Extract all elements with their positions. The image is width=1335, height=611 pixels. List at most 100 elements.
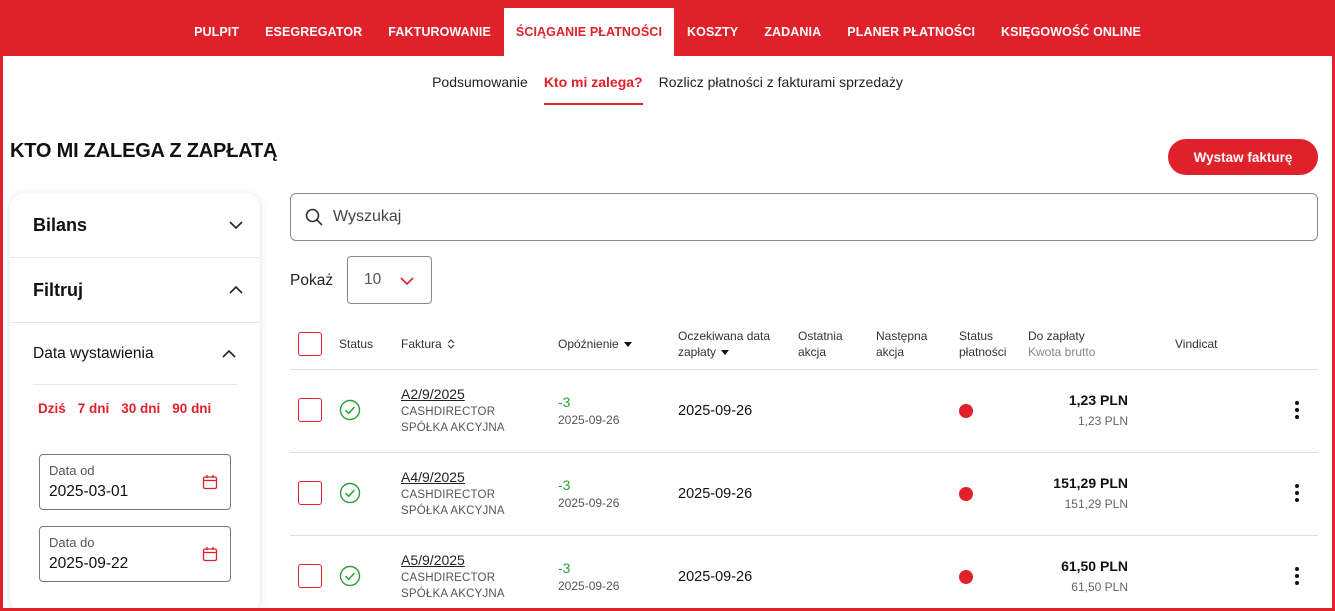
payment-status-dot	[959, 404, 973, 418]
balance-section-header[interactable]: Bilans	[10, 193, 260, 258]
check-circle-icon	[339, 482, 361, 504]
header-delay[interactable]: Opóźnienie	[558, 336, 633, 352]
delay-days: -3	[558, 560, 571, 576]
check-circle-icon	[339, 565, 361, 587]
header-last-action-line1: Ostatnia	[798, 329, 843, 343]
balance-title: Bilans	[33, 214, 88, 235]
range-today[interactable]: Dziś	[38, 401, 66, 416]
header-next-action-line1: Następna	[876, 329, 928, 343]
client-name: CASHDIRECTOR SPÓŁKA AKCYJNA	[401, 570, 505, 602]
row-divider	[290, 369, 1318, 370]
issue-date-header[interactable]: Data wystawienia	[33, 323, 237, 385]
header-next-action-line2: akcja	[876, 345, 905, 359]
amount-gross: 151,29 PLN	[1064, 497, 1128, 511]
expected-payment-date: 2025-09-26	[678, 486, 753, 502]
row-checkbox[interactable]	[298, 481, 322, 505]
amount-to-pay: 151,29 PLN	[1053, 475, 1128, 491]
invoice-link[interactable]: A5/9/2025	[401, 552, 465, 568]
header-vindicat: Vindicat	[1175, 337, 1218, 351]
amount-gross: 61,50 PLN	[1071, 580, 1128, 594]
issue-date-title: Data wystawienia	[33, 344, 154, 362]
check-circle-icon	[339, 399, 361, 421]
more-options-icon[interactable]	[1293, 400, 1301, 420]
delay-date: 2025-09-26	[558, 413, 620, 427]
chevron-down-icon	[400, 277, 414, 286]
range-30-days[interactable]: 30 dni	[121, 401, 160, 416]
header-last-action: Ostatnia akcja	[798, 328, 843, 360]
header-payment-status: Status płatności	[959, 328, 1006, 360]
tab-rozlicz-platnosci[interactable]: Rozlicz płatności z fakturami sprzedaży	[659, 56, 903, 108]
payment-status-dot	[959, 570, 973, 584]
header-gross-label: Kwota brutto	[1028, 345, 1096, 359]
header-payment-status-line2: płatności	[959, 345, 1007, 359]
expected-payment-date: 2025-09-26	[678, 403, 753, 419]
header-next-action: Następna akcja	[876, 328, 927, 360]
client-name: CASHDIRECTOR SPÓŁKA AKCYJNA	[401, 487, 505, 519]
nav-item-sciaganie-platnosci[interactable]: ŚCIĄGANIE PŁATNOŚCI	[503, 8, 675, 56]
page-title: KTO MI ZALEGA Z ZAPŁATĄ	[10, 140, 278, 162]
row-checkbox[interactable]	[298, 564, 322, 588]
amount-to-pay: 1,23 PLN	[1068, 392, 1128, 408]
date-to-value: 2025-09-22	[49, 555, 129, 572]
quick-date-ranges: Dziś 7 dni 30 dni 90 dni	[10, 385, 260, 416]
search-input[interactable]	[333, 208, 1233, 226]
date-from-label: Data od	[49, 463, 95, 478]
nav-item-esegregator[interactable]: ESEGREGATOR	[252, 8, 375, 56]
invoice-link[interactable]: A4/9/2025	[401, 469, 465, 485]
delay-days: -3	[558, 394, 571, 410]
tab-podsumowanie[interactable]: Podsumowanie	[432, 56, 528, 108]
calendar-icon[interactable]	[202, 546, 218, 562]
range-90-days[interactable]: 90 dni	[172, 401, 211, 416]
client-name-line2: SPÓŁKA AKCYJNA	[401, 422, 505, 434]
sort-icon	[447, 339, 455, 349]
date-to-field[interactable]: Data do 2025-09-22	[39, 526, 231, 582]
expected-payment-date: 2025-09-26	[678, 569, 753, 585]
nav-item-fakturowanie[interactable]: FAKTUROWANIE	[375, 8, 504, 56]
chevron-up-icon	[229, 285, 243, 294]
payment-status-dot	[959, 487, 973, 501]
page-size-value: 10	[364, 271, 382, 288]
header-status: Status	[339, 337, 374, 351]
range-7-days[interactable]: 7 dni	[78, 401, 110, 416]
calendar-icon[interactable]	[202, 474, 218, 490]
tab-kto-mi-zalega[interactable]: Kto mi zalega?	[543, 56, 643, 108]
row-divider	[290, 535, 1318, 536]
nav-item-zadania[interactable]: ZADANIA	[751, 8, 834, 56]
header-payment-status-line1: Status	[959, 329, 994, 343]
issue-invoice-button[interactable]: Wystaw fakturę	[1168, 139, 1318, 175]
header-expected-date[interactable]: Oczekiwana data zapłaty	[678, 328, 770, 360]
nav-item-pulpit[interactable]: PULPIT	[181, 8, 252, 56]
header-expected-date-line2: zapłaty	[678, 345, 717, 359]
search-icon	[305, 208, 323, 226]
nav-item-koszty[interactable]: KOSZTY	[674, 8, 751, 56]
client-name-line1: CASHDIRECTOR	[401, 489, 496, 501]
date-from-field[interactable]: Data od 2025-03-01	[39, 454, 231, 510]
header-to-pay-label: Do zapłaty	[1028, 329, 1085, 343]
header-invoice-label: Faktura	[401, 337, 442, 351]
page-size-select[interactable]: 10	[347, 256, 432, 304]
client-name: CASHDIRECTOR SPÓŁKA AKCYJNA	[401, 404, 505, 436]
nav-item-planer-platnosci[interactable]: PLANER PŁATNOŚCI	[834, 8, 988, 56]
header-expected-date-line1: Oczekiwana data	[678, 329, 771, 343]
row-checkbox[interactable]	[298, 398, 322, 422]
row-divider	[290, 452, 1318, 453]
sort-desc-icon	[623, 342, 632, 347]
header-last-action-line2: akcja	[798, 345, 827, 359]
header-invoice[interactable]: Faktura	[401, 336, 456, 352]
more-options-icon[interactable]	[1293, 566, 1301, 586]
client-name-line2: SPÓŁKA AKCYJNA	[401, 505, 505, 517]
delay-days: -3	[558, 477, 571, 493]
nav-item-ksiegowosc-online[interactable]: KSIĘGOWOŚĆ ONLINE	[988, 8, 1154, 56]
filter-section-header[interactable]: Filtruj	[10, 258, 260, 323]
header-delay-label: Opóźnienie	[558, 337, 619, 351]
date-from-value: 2025-03-01	[49, 483, 129, 500]
more-options-icon[interactable]	[1293, 483, 1301, 503]
invoice-link[interactable]: A2/9/2025	[401, 386, 465, 402]
top-navigation: PULPIT ESEGREGATOR FAKTUROWANIE ŚCIĄGANI…	[0, 0, 1335, 56]
date-to-label: Data do	[49, 535, 95, 550]
page-size-label: Pokaż	[290, 272, 334, 289]
select-all-checkbox[interactable]	[298, 332, 322, 356]
filter-sidebar: Bilans Filtruj Data wystawienia Dziś 7 d…	[10, 193, 260, 611]
client-name-line2: SPÓŁKA AKCYJNA	[401, 588, 505, 600]
delay-date: 2025-09-26	[558, 496, 620, 510]
